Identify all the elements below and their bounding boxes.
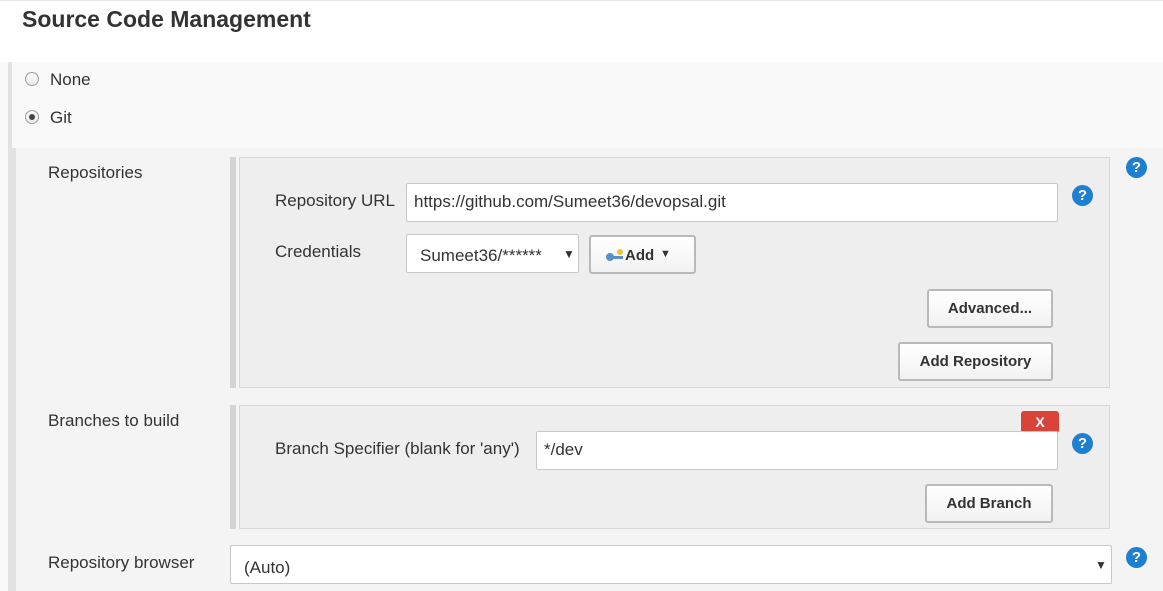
add-branch-button[interactable]: Add Branch <box>925 484 1053 523</box>
branches-panel-bar <box>230 405 236 529</box>
add-credentials-label: Add <box>625 247 655 264</box>
repository-url-input[interactable]: https://github.com/Sumeet36/devopsal.git <box>406 183 1058 222</box>
radio-git[interactable] <box>25 110 39 124</box>
repository-url-label: Repository URL <box>275 191 395 210</box>
delete-branch-button[interactable]: X <box>1021 411 1059 433</box>
advanced-button[interactable]: Advanced... <box>927 289 1053 328</box>
credentials-select-value: Sumeet36/****** <box>420 246 542 265</box>
repositories-panel-bar <box>230 157 236 388</box>
repositories-help-icon[interactable]: ? <box>1126 157 1147 178</box>
branch-specifier-help-icon[interactable]: ? <box>1072 433 1093 454</box>
repository-browser-help-icon[interactable]: ? <box>1126 547 1147 568</box>
branch-specifier-label: Branch Specifier (blank for 'any') <box>275 439 520 458</box>
credentials-label: Credentials <box>275 242 361 261</box>
radio-git-label[interactable]: Git <box>50 108 72 128</box>
caret-down-icon: ▼ <box>660 248 671 260</box>
chevron-down-icon: ▼ <box>1095 558 1107 572</box>
repository-browser-label: Repository browser <box>48 553 195 572</box>
add-repository-button[interactable]: Add Repository <box>898 342 1053 381</box>
chevron-down-icon: ▼ <box>563 247 575 261</box>
git-indent-bar <box>12 148 16 591</box>
key-icon <box>606 249 623 261</box>
radio-git-selected-dot <box>29 114 35 120</box>
credentials-select[interactable]: Sumeet36/****** ▼ <box>406 234 579 273</box>
branch-specifier-input[interactable]: */dev <box>536 431 1058 470</box>
repository-url-help-icon[interactable]: ? <box>1072 185 1093 206</box>
section-title: Source Code Management <box>22 6 311 32</box>
repository-browser-select[interactable]: (Auto) ▼ <box>230 545 1112 584</box>
radio-none-label[interactable]: None <box>50 70 91 90</box>
add-credentials-button[interactable]: Add ▼ <box>589 235 696 274</box>
radio-none[interactable] <box>25 72 39 86</box>
repositories-label: Repositories <box>48 163 143 182</box>
repository-browser-value: (Auto) <box>244 558 291 577</box>
branches-label: Branches to build <box>48 411 180 430</box>
